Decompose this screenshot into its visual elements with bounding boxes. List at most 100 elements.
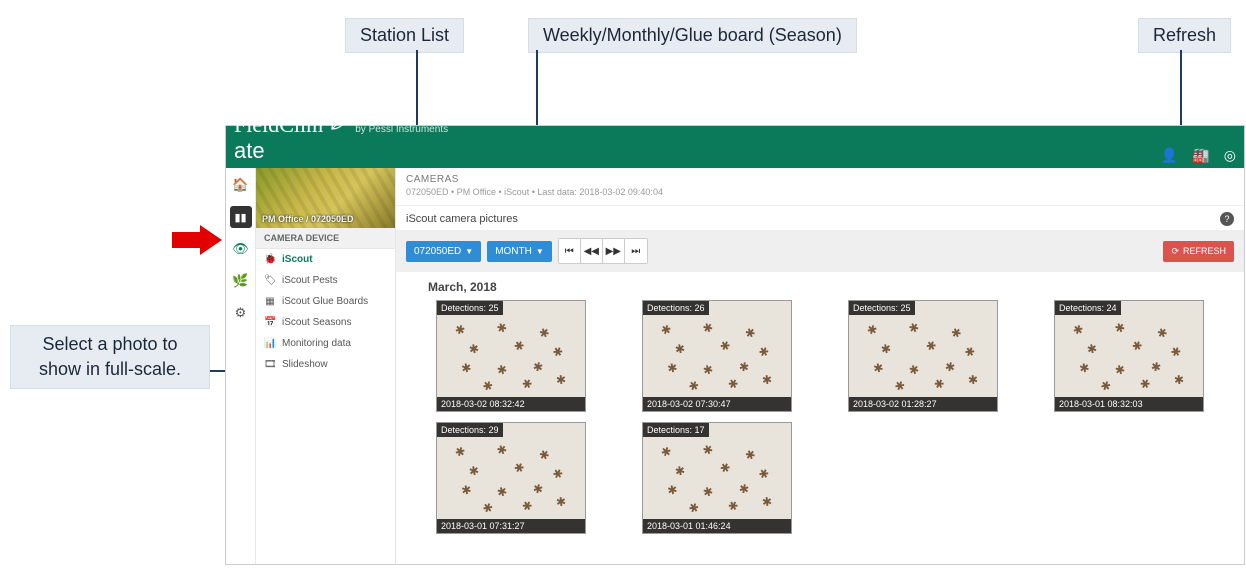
- home-icon[interactable]: 🏠: [230, 174, 252, 196]
- eye-icon[interactable]: 👁: [230, 238, 252, 260]
- moth-icon: ✱: [1150, 359, 1162, 375]
- detections-badge: Detections: 25: [849, 301, 915, 315]
- moth-icon: ✱: [674, 463, 686, 479]
- sidebar-item-pests[interactable]: 🏷iScout Pests: [256, 270, 395, 291]
- sidebar-item-label: iScout Pests: [282, 275, 338, 286]
- sidebar: PM Office / 072050ED CAMERA DEVICE 🐞iSco…: [256, 168, 396, 564]
- moth-icon: ✱: [701, 320, 715, 337]
- photo-thumbnail[interactable]: Detections: 252018-03-02 08:32:42✱✱✱✱✱✱✱…: [436, 300, 586, 412]
- last-icon[interactable]: ⏭: [625, 239, 647, 263]
- sidebar-item-slideshow[interactable]: 🎞Slideshow: [256, 354, 395, 375]
- callout-refresh: Refresh: [1138, 18, 1231, 53]
- moth-icon: ✱: [701, 362, 714, 378]
- photo-thumbnail[interactable]: Detections: 262018-03-02 07:30:47✱✱✱✱✱✱✱…: [642, 300, 792, 412]
- moth-layer: ✱✱✱✱✱✱✱✱✱✱✱✱: [441, 315, 581, 395]
- moth-icon: ✱: [892, 377, 909, 394]
- station-dropdown-label: 072050ED: [414, 246, 461, 257]
- prev-icon[interactable]: ◀◀: [581, 239, 603, 263]
- moth-icon: ✱: [480, 499, 497, 516]
- photo-thumbnail[interactable]: Detections: 252018-03-02 01:28:27✱✱✱✱✱✱✱…: [848, 300, 998, 412]
- moth-layer: ✱✱✱✱✱✱✱✱✱✱✱✱: [441, 437, 581, 517]
- station-dropdown[interactable]: 072050ED▼: [406, 241, 481, 262]
- user-icon[interactable]: 👤: [1161, 147, 1178, 164]
- moth-icon: ✱: [536, 447, 553, 464]
- moth-icon: ✱: [962, 344, 978, 361]
- brand-main: FieldClim: [234, 112, 323, 138]
- gear-icon[interactable]: ⚙: [230, 302, 252, 324]
- sidebar-item-iscout[interactable]: 🐞iScout: [256, 249, 395, 270]
- moth-icon: ✱: [948, 325, 965, 342]
- brand-sub: by Pessl Instruments: [355, 124, 448, 135]
- moth-icon: ✱: [967, 372, 978, 387]
- moth-icon: ✱: [1075, 360, 1092, 377]
- moth-icon: ✱: [1129, 338, 1144, 355]
- next-icon[interactable]: ▶▶: [603, 239, 625, 263]
- sidebar-item-monitoring[interactable]: 📊Monitoring data: [256, 333, 395, 354]
- calendar-icon: 📅: [264, 317, 276, 328]
- moth-icon: ✱: [468, 463, 480, 479]
- leaf-icon: [329, 112, 349, 138]
- moth-icon: ✱: [453, 322, 466, 338]
- farm-icon[interactable]: 🏭: [1192, 147, 1209, 164]
- moth-layer: ✱✱✱✱✱✱✱✱✱✱✱✱: [647, 315, 787, 395]
- thumbnail-grid: Detections: 252018-03-02 08:32:42✱✱✱✱✱✱✱…: [436, 300, 1234, 534]
- moth-icon: ✱: [686, 499, 703, 516]
- period-dropdown-label: MONTH: [495, 246, 532, 257]
- moth-icon: ✱: [457, 360, 474, 377]
- plant-icon[interactable]: 🌿: [230, 270, 252, 292]
- moth-icon: ✱: [480, 377, 497, 394]
- page-title: CAMERAS: [406, 174, 1234, 185]
- moth-icon: ✱: [865, 322, 878, 338]
- page-heading: CAMERAS 072050ED • PM Office • iScout • …: [396, 168, 1244, 199]
- sidebar-item-label: iScout Glue Boards: [282, 296, 368, 307]
- bug-icon: 🐞: [264, 254, 276, 265]
- first-icon[interactable]: ⏮: [559, 239, 581, 263]
- field-overlay-label: PM Office / 072050ED: [262, 214, 354, 224]
- moth-icon: ✱: [756, 344, 772, 361]
- timestamp-label: 2018-03-02 07:30:47: [643, 397, 791, 411]
- app-window: 20211111.b9279ca0 / Tomato FieldClimate …: [225, 125, 1245, 565]
- moth-icon: ✱: [1113, 320, 1127, 337]
- moth-icon: ✱: [1071, 322, 1084, 338]
- detections-badge: Detections: 24: [1055, 301, 1121, 315]
- field-thumbnail[interactable]: PM Office / 072050ED: [256, 168, 395, 228]
- moth-icon: ✱: [659, 322, 672, 338]
- moth-icon: ✱: [1098, 377, 1115, 394]
- section-bar: iScout camera pictures ?: [396, 205, 1244, 230]
- moth-icon: ✱: [495, 442, 509, 459]
- moth-icon: ✱: [742, 325, 759, 342]
- moth-icon: ✱: [738, 481, 750, 497]
- moth-icon: ✱: [511, 460, 526, 477]
- sidebar-item-glueboards[interactable]: ▦ iScout Glue Boards: [256, 291, 395, 312]
- refresh-button[interactable]: ⟳REFRESH: [1163, 241, 1234, 262]
- moth-icon: ✱: [1154, 325, 1171, 342]
- moth-icon: ✱: [725, 498, 741, 515]
- broadcast-icon[interactable]: ◎: [1224, 147, 1236, 164]
- photo-thumbnail[interactable]: Detections: 242018-03-01 08:32:03✱✱✱✱✱✱✱…: [1054, 300, 1204, 412]
- photo-thumbnail[interactable]: Detections: 172018-03-01 01:46:24✱✱✱✱✱✱✱…: [642, 422, 792, 534]
- help-icon[interactable]: ?: [1220, 212, 1234, 226]
- brand: FieldClimate by Pessl Instruments: [234, 112, 448, 164]
- callout-station-list: Station List: [345, 18, 464, 53]
- moth-icon: ✱: [761, 494, 772, 509]
- detections-badge: Detections: 26: [643, 301, 709, 315]
- sidebar-item-label: Slideshow: [282, 359, 328, 370]
- period-dropdown[interactable]: MONTH▼: [487, 241, 552, 262]
- chart-icon[interactable]: ▮▮: [230, 206, 252, 228]
- detections-badge: Detections: 17: [643, 423, 709, 437]
- moth-icon: ✱: [1173, 372, 1184, 387]
- moth-icon: ✱: [536, 325, 553, 342]
- moth-icon: ✱: [550, 466, 566, 483]
- callout-period: Weekly/Monthly/Glue board (Season): [528, 18, 857, 53]
- sidebar-item-seasons[interactable]: 📅iScout Seasons: [256, 312, 395, 333]
- timestamp-label: 2018-03-01 01:46:24: [643, 519, 791, 533]
- timestamp-label: 2018-03-02 08:32:42: [437, 397, 585, 411]
- moth-icon: ✱: [555, 372, 566, 387]
- moth-icon: ✱: [701, 442, 715, 459]
- moth-icon: ✱: [532, 359, 544, 375]
- moth-icon: ✱: [756, 466, 772, 483]
- board-icon: ▦: [264, 296, 276, 307]
- gallery: March, 2018 Detections: 252018-03-02 08:…: [396, 272, 1244, 564]
- photo-thumbnail[interactable]: Detections: 292018-03-01 07:31:27✱✱✱✱✱✱✱…: [436, 422, 586, 534]
- header-bar: 20211111.b9279ca0 / Tomato FieldClimate …: [226, 126, 1244, 168]
